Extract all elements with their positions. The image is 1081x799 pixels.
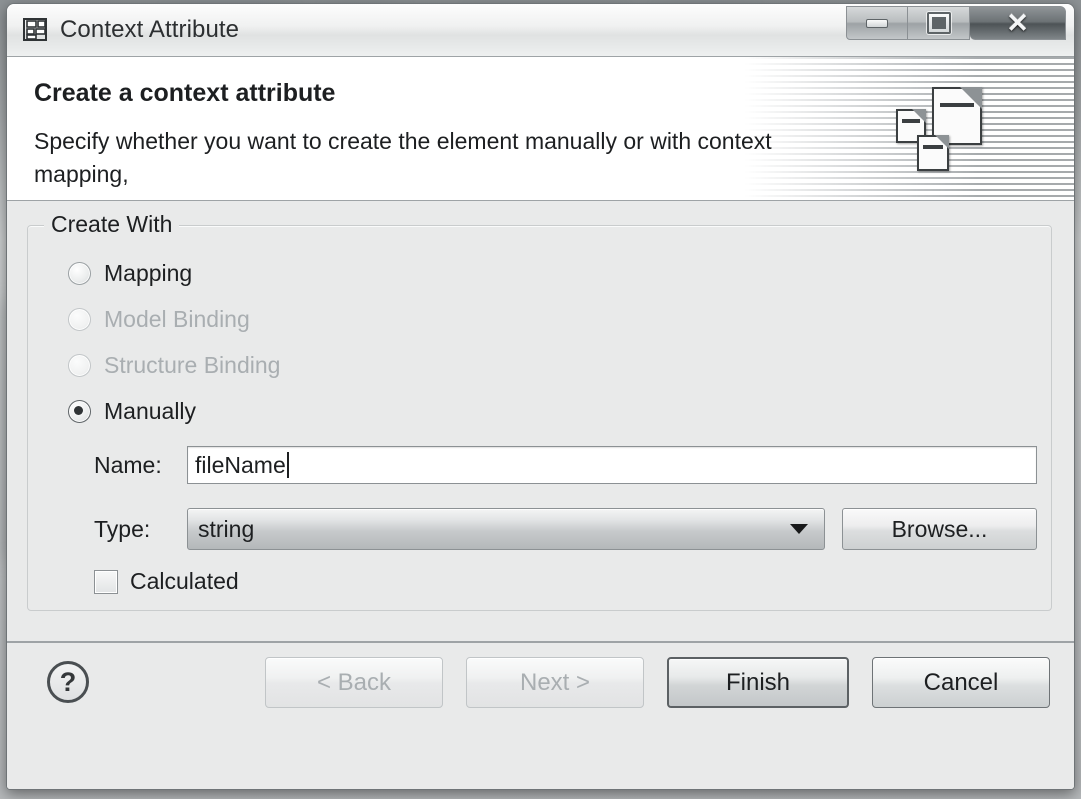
title-bar[interactable]: Context Attribute ✕ bbox=[7, 4, 1074, 57]
documents-icon bbox=[896, 87, 986, 171]
wizard-banner: Create a context attribute Specify wheth… bbox=[7, 57, 1074, 201]
close-icon: ✕ bbox=[1006, 7, 1029, 38]
maximize-button[interactable] bbox=[908, 6, 970, 40]
close-button[interactable]: ✕ bbox=[970, 6, 1066, 40]
finish-button[interactable]: Finish bbox=[667, 657, 849, 708]
name-field-row: Name: fileName bbox=[94, 446, 1037, 484]
create-with-group: Create With Mapping Model Binding Struct… bbox=[27, 211, 1052, 611]
calculated-checkbox-row[interactable]: Calculated bbox=[94, 568, 239, 595]
window-controls: ✕ bbox=[846, 6, 1066, 42]
maximize-icon bbox=[926, 12, 951, 34]
radio-option-model-binding: Model Binding bbox=[68, 306, 250, 333]
chevron-down-icon bbox=[790, 524, 808, 534]
name-input[interactable]: fileName bbox=[187, 446, 1037, 484]
radio-label-structure-binding: Structure Binding bbox=[104, 352, 281, 378]
radio-option-mapping[interactable]: Mapping bbox=[68, 260, 192, 287]
help-icon[interactable]: ? bbox=[47, 661, 89, 703]
footer-button-bar: < Back Next > Finish Cancel bbox=[265, 657, 1050, 708]
checkbox-icon-calculated bbox=[94, 569, 118, 594]
dialog-content: Create With Mapping Model Binding Struct… bbox=[7, 201, 1074, 641]
back-button[interactable]: < Back bbox=[265, 657, 443, 708]
name-input-value: fileName bbox=[195, 451, 286, 478]
radio-label-manually: Manually bbox=[104, 398, 197, 424]
create-with-legend: Create With bbox=[44, 211, 180, 238]
document-page-icon-small-2 bbox=[917, 135, 949, 171]
browse-button[interactable]: Browse... bbox=[842, 508, 1037, 550]
radio-icon-model-binding bbox=[68, 308, 91, 331]
help-glyph: ? bbox=[59, 666, 77, 697]
type-dropdown[interactable]: string bbox=[187, 508, 825, 550]
structure-diagram-icon bbox=[23, 18, 49, 42]
type-dropdown-value: string bbox=[198, 515, 255, 542]
name-label: Name: bbox=[94, 451, 162, 478]
radio-label-mapping: Mapping bbox=[104, 260, 193, 286]
radio-label-model-binding: Model Binding bbox=[104, 306, 250, 332]
dialog-footer: ? < Back Next > Finish Cancel bbox=[7, 641, 1074, 789]
next-button[interactable]: Next > bbox=[466, 657, 644, 708]
cancel-button[interactable]: Cancel bbox=[872, 657, 1050, 708]
banner-title: Create a context attribute bbox=[34, 79, 336, 107]
radio-option-manually[interactable]: Manually bbox=[68, 398, 196, 425]
banner-description: Specify whether you want to create the e… bbox=[34, 128, 772, 187]
minimize-icon bbox=[866, 18, 888, 28]
type-label: Type: bbox=[94, 515, 151, 542]
minimize-button[interactable] bbox=[846, 6, 908, 40]
radio-icon-mapping bbox=[68, 262, 91, 285]
context-attribute-dialog: Context Attribute ✕ Create a context att… bbox=[6, 3, 1075, 790]
calculated-label: Calculated bbox=[130, 568, 239, 594]
window-title: Context Attribute bbox=[60, 16, 240, 43]
radio-icon-manually bbox=[68, 400, 91, 423]
text-caret bbox=[286, 452, 289, 478]
type-field-row: Type: string Browse... bbox=[94, 508, 1037, 550]
radio-option-structure-binding: Structure Binding bbox=[68, 352, 280, 379]
radio-icon-structure-binding bbox=[68, 354, 91, 377]
